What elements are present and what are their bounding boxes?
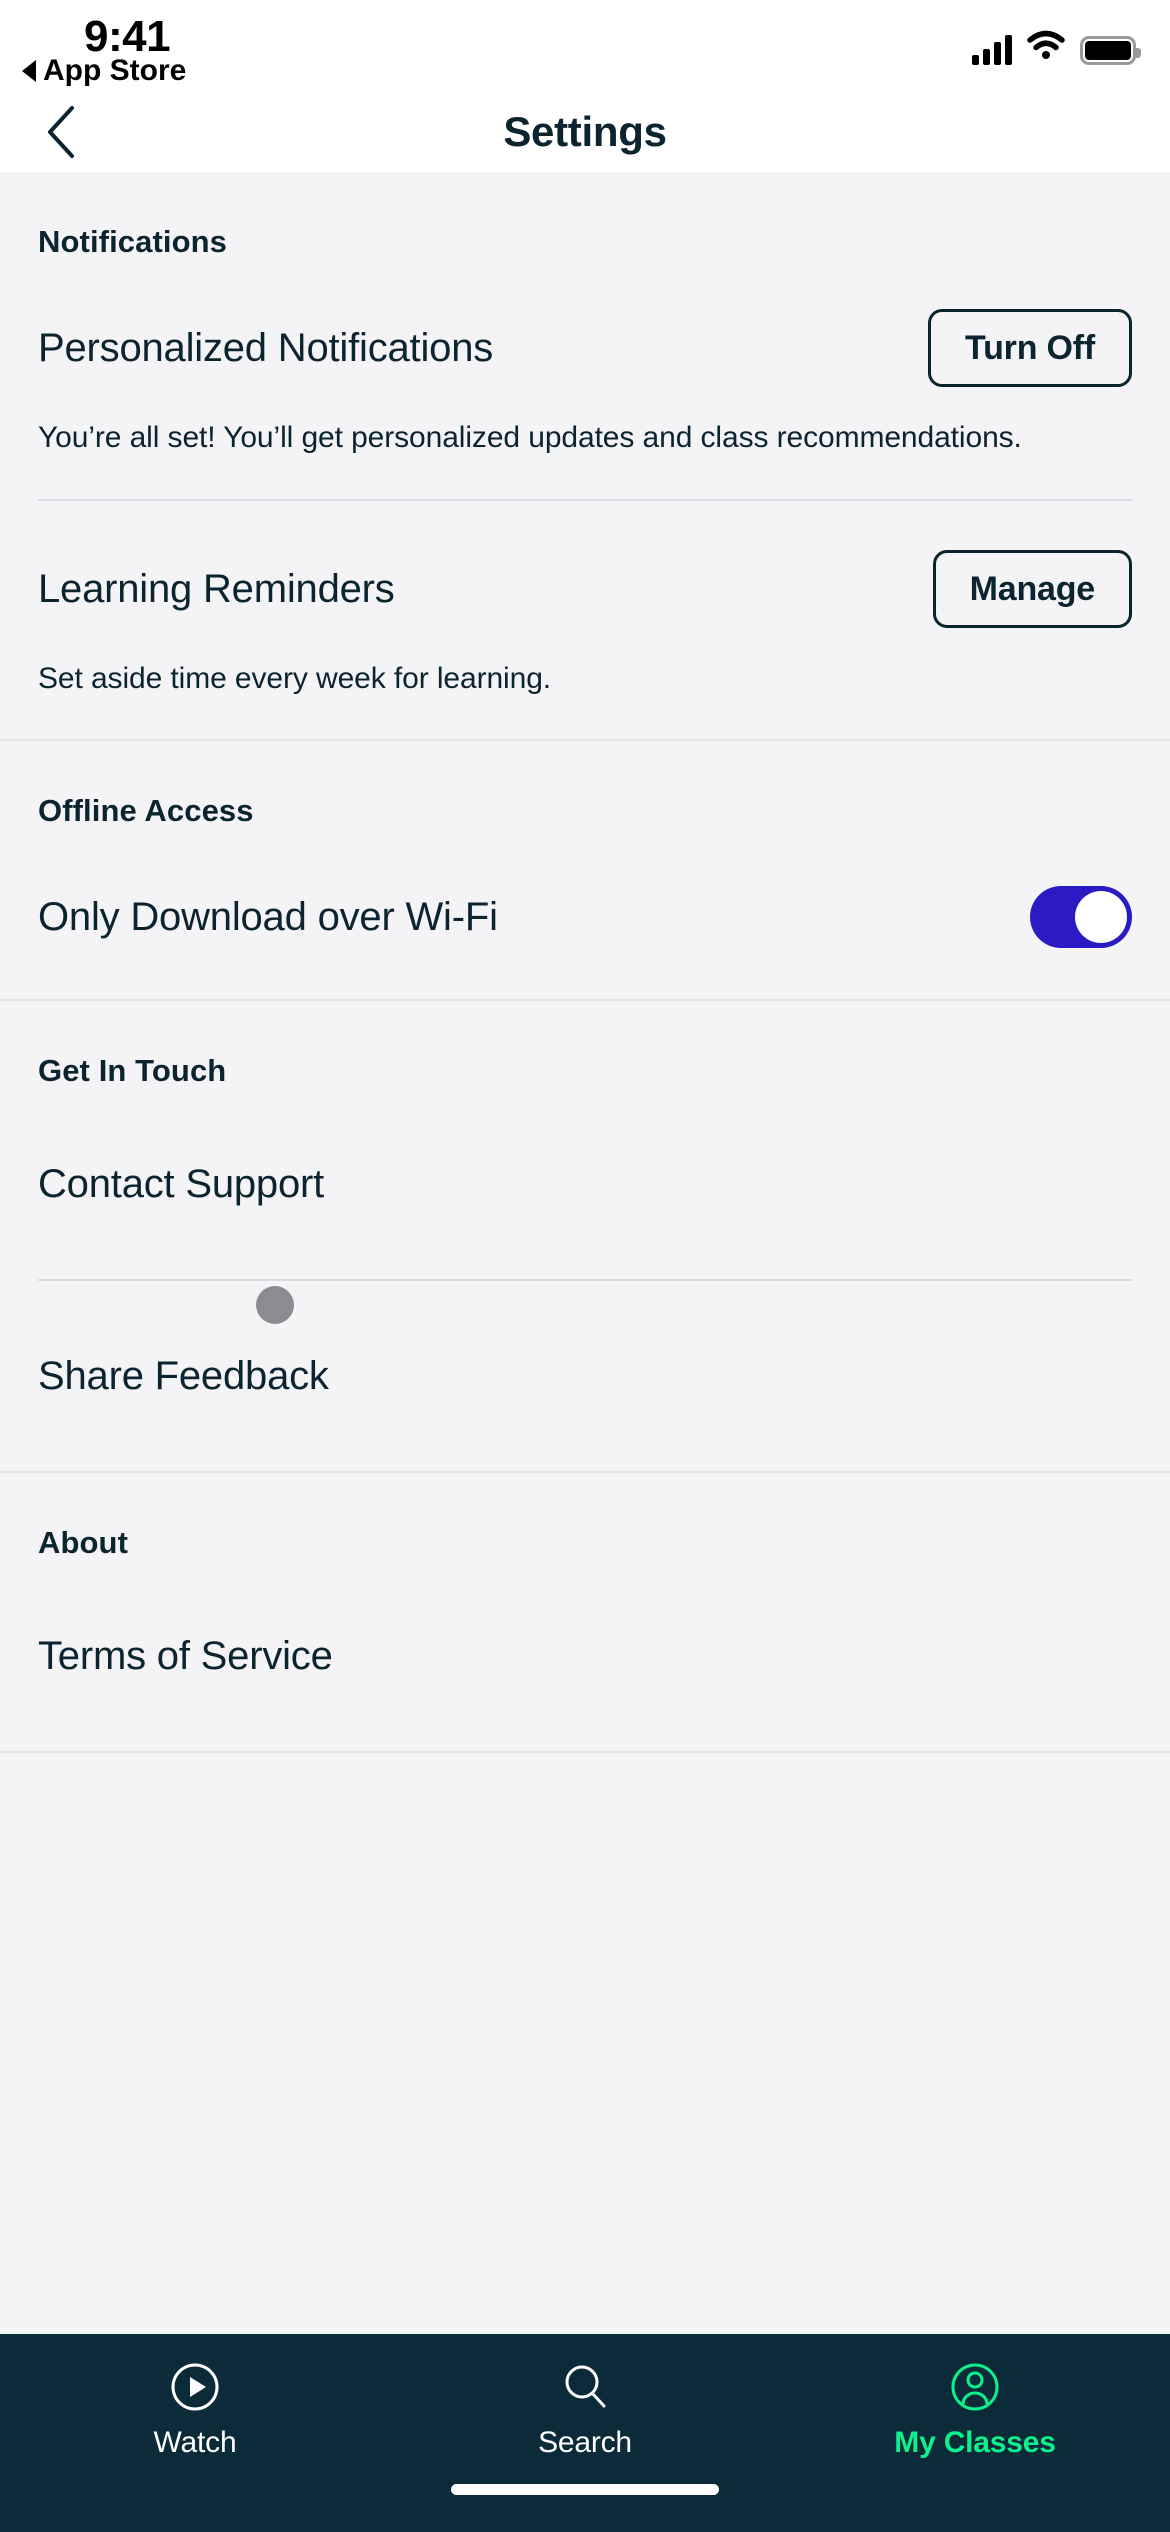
- manage-button[interactable]: Manage: [932, 549, 1132, 628]
- settings-list[interactable]: Notifications Personalized Notifications…: [0, 172, 1170, 2334]
- link-share-feedback[interactable]: Share Feedback: [38, 1281, 1132, 1471]
- row-label-only-download-over-wifi: Only Download over Wi-Fi: [38, 895, 498, 939]
- back-triangle-icon: [22, 60, 36, 82]
- person-circle-icon: [951, 2363, 999, 2411]
- row-learning-reminders: Learning Reminders Manage: [38, 501, 1132, 637]
- tab-watch[interactable]: Watch: [0, 2360, 390, 2460]
- back-button[interactable]: [26, 92, 96, 172]
- only-download-over-wifi-toggle[interactable]: [1030, 886, 1132, 948]
- home-indicator[interactable]: [451, 2484, 719, 2495]
- navigation-bar: Settings: [0, 92, 1170, 172]
- tab-label-watch: Watch: [153, 2426, 237, 2459]
- back-app-label: App Store: [43, 54, 187, 87]
- home-indicator-area: [0, 2470, 1170, 2532]
- row-only-download-over-wifi: Only Download over Wi-Fi: [38, 829, 1132, 965]
- status-bar: 9:41 App Store: [0, 0, 1170, 92]
- app-root: 9:41 App Store Settings Notifications Pe…: [0, 0, 1170, 2532]
- tab-label-search: Search: [538, 2426, 632, 2459]
- link-label-share-feedback: Share Feedback: [38, 1353, 329, 1398]
- section-get-in-touch: Get In Touch Contact Support Share Feedb…: [0, 1001, 1170, 1473]
- section-title-notifications: Notifications: [38, 224, 228, 259]
- return-to-app-store-link[interactable]: App Store: [22, 54, 186, 88]
- section-title-about: About: [38, 1525, 129, 1560]
- battery-icon: [1080, 36, 1141, 65]
- turn-off-button[interactable]: Turn Off: [928, 309, 1132, 387]
- row-personalized-notifications: Personalized Notifications Turn Off: [38, 260, 1132, 396]
- section-title-get-in-touch: Get In Touch: [38, 1053, 227, 1088]
- chevron-left-icon: [48, 106, 74, 158]
- cellular-signal-icon: [972, 35, 1012, 65]
- play-circle-icon: [171, 2363, 219, 2411]
- row-label-learning-reminders: Learning Reminders: [38, 566, 395, 611]
- link-label-contact-support: Contact Support: [38, 1161, 325, 1206]
- search-icon: [565, 2365, 606, 2408]
- wifi-icon: [1026, 30, 1066, 65]
- toggle-knob: [1075, 891, 1127, 943]
- link-label-terms-of-service: Terms of Service: [38, 1633, 333, 1678]
- tab-label-my-classes: My Classes: [894, 2426, 1056, 2459]
- section-offline-access: Offline Access Only Download over Wi-Fi: [0, 741, 1170, 1001]
- status-icons: [972, 30, 1141, 65]
- section-about: About Terms of Service: [0, 1473, 1170, 1753]
- tab-bar: Watch Search My Classes: [0, 2334, 1170, 2470]
- section-notifications: Notifications Personalized Notifications…: [0, 172, 1170, 741]
- section-title-offline-access: Offline Access: [38, 793, 254, 828]
- link-contact-support[interactable]: Contact Support: [38, 1089, 1132, 1279]
- link-terms-of-service[interactable]: Terms of Service: [38, 1561, 1132, 1751]
- page-title: Settings: [503, 108, 667, 155]
- row-help-personalized-notifications: You’re all set! You’ll get personalized …: [38, 421, 1022, 454]
- tab-my-classes[interactable]: My Classes: [780, 2360, 1170, 2460]
- tab-search[interactable]: Search: [390, 2360, 780, 2460]
- row-help-learning-reminders: Set aside time every week for learning.: [38, 661, 552, 695]
- row-label-personalized-notifications: Personalized Notifications: [38, 326, 494, 370]
